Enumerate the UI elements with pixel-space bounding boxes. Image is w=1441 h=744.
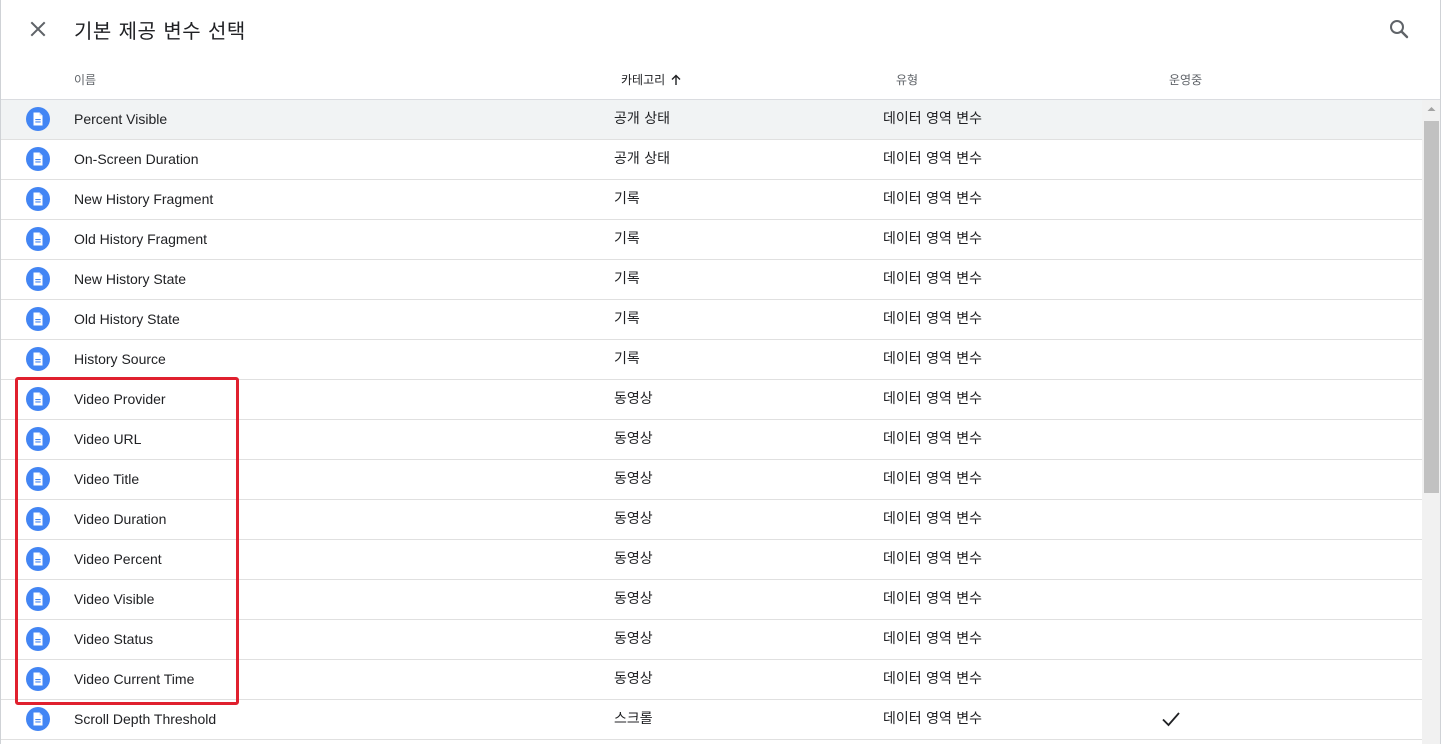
variable-name: Percent Visible bbox=[74, 111, 168, 127]
document-icon bbox=[26, 387, 50, 411]
variable-type: 데이터 영역 변수 bbox=[883, 551, 983, 567]
table-row[interactable]: Video Visible 동영상 데이터 영역 변수 bbox=[1, 580, 1422, 620]
variable-type: 데이터 영역 변수 bbox=[883, 471, 983, 487]
table-row[interactable]: New History State 기록 데이터 영역 변수 bbox=[1, 260, 1422, 300]
variable-name: Video Provider bbox=[74, 391, 166, 407]
variable-type: 데이터 영역 변수 bbox=[883, 431, 983, 447]
page-title: 기본 제공 변수 선택 bbox=[74, 19, 246, 43]
variable-table: Percent Visible 공개 상태 데이터 영역 변수 On-Screen D… bbox=[1, 100, 1422, 740]
document-icon bbox=[26, 347, 50, 371]
variable-name: New History Fragment bbox=[74, 191, 214, 207]
variable-category: 동영상 bbox=[614, 631, 653, 647]
document-icon bbox=[26, 587, 50, 611]
variable-category: 동영상 bbox=[614, 431, 653, 447]
document-icon bbox=[26, 147, 50, 171]
document-icon bbox=[26, 107, 50, 131]
variable-category: 동영상 bbox=[614, 511, 653, 527]
document-icon bbox=[26, 267, 50, 291]
dialog-header: 기본 제공 변수 선택 bbox=[1, 0, 1440, 58]
column-header-type[interactable]: 유형 bbox=[896, 71, 918, 88]
variable-type: 데이터 영역 변수 bbox=[883, 711, 983, 727]
variable-category: 동영상 bbox=[614, 671, 653, 687]
table-row[interactable]: Video Current Time 동영상 데이터 영역 변수 bbox=[1, 660, 1422, 700]
scroll-up-arrow-icon bbox=[1427, 107, 1436, 111]
variable-category: 기록 bbox=[614, 271, 640, 287]
table-row[interactable]: New History Fragment 기록 데이터 영역 변수 bbox=[1, 180, 1422, 220]
variable-name: Video Title bbox=[74, 471, 140, 487]
variable-type: 데이터 영역 변수 bbox=[883, 351, 983, 367]
variable-type: 데이터 영역 변수 bbox=[883, 671, 983, 687]
document-icon bbox=[26, 187, 50, 211]
table-row[interactable]: Video Duration 동영상 데이터 영역 변수 bbox=[1, 500, 1422, 540]
table-row[interactable]: Video URL 동영상 데이터 영역 변수 bbox=[1, 420, 1422, 460]
column-header-active[interactable]: 운영중 bbox=[1169, 71, 1202, 88]
document-icon bbox=[26, 427, 50, 451]
document-icon bbox=[26, 667, 50, 691]
table-row[interactable]: Video Percent 동영상 데이터 영역 변수 bbox=[1, 540, 1422, 580]
variable-category: 동영상 bbox=[614, 471, 653, 487]
variable-name: Video URL bbox=[74, 431, 142, 447]
variable-category: 기록 bbox=[614, 311, 640, 327]
document-icon bbox=[26, 227, 50, 251]
variable-type: 데이터 영역 변수 bbox=[883, 231, 983, 247]
checkmark-icon bbox=[1161, 710, 1181, 732]
column-header-name[interactable]: 이름 bbox=[74, 71, 96, 88]
table-row[interactable]: Old History State 기록 데이터 영역 변수 bbox=[1, 300, 1422, 340]
search-button[interactable] bbox=[1384, 14, 1414, 44]
table-row[interactable]: Video Provider 동영상 데이터 영역 변수 bbox=[1, 380, 1422, 420]
variable-category: 기록 bbox=[614, 231, 640, 247]
table-row[interactable]: History Source 기록 데이터 영역 변수 bbox=[1, 340, 1422, 380]
scrollbar-thumb[interactable] bbox=[1424, 121, 1439, 493]
variable-name: Scroll Depth Threshold bbox=[74, 711, 217, 727]
table-row[interactable]: Video Title 동영상 데이터 영역 변수 bbox=[1, 460, 1422, 500]
variable-name: Old History Fragment bbox=[74, 231, 208, 247]
variable-category: 동영상 bbox=[614, 551, 653, 567]
variable-name: New History State bbox=[74, 271, 187, 287]
variable-category: 기록 bbox=[614, 351, 640, 367]
variable-type: 데이터 영역 변수 bbox=[883, 631, 983, 647]
document-icon bbox=[26, 627, 50, 651]
variable-name: Video Percent bbox=[74, 551, 162, 567]
column-header-category-label: 카테고리 bbox=[621, 73, 666, 87]
scroll-up-button[interactable] bbox=[1422, 100, 1440, 119]
variable-name: History Source bbox=[74, 351, 166, 367]
close-button[interactable] bbox=[23, 14, 53, 44]
table-row[interactable]: On-Screen Duration 공개 상태 데이터 영역 변수 bbox=[1, 140, 1422, 180]
variable-type: 데이터 영역 변수 bbox=[883, 591, 983, 607]
variable-name: Video Visible bbox=[74, 591, 155, 607]
variable-type: 데이터 영역 변수 bbox=[883, 111, 983, 127]
table-row[interactable]: Old History Fragment 기록 데이터 영역 변수 bbox=[1, 220, 1422, 260]
table-row[interactable]: Percent Visible 공개 상태 데이터 영역 변수 bbox=[1, 100, 1422, 140]
variable-type: 데이터 영역 변수 bbox=[883, 151, 983, 167]
variable-category: 공개 상태 bbox=[614, 151, 670, 167]
variable-name: Video Current Time bbox=[74, 671, 195, 687]
document-icon bbox=[26, 467, 50, 491]
variable-type: 데이터 영역 변수 bbox=[883, 511, 983, 527]
document-icon bbox=[26, 547, 50, 571]
search-icon bbox=[1390, 20, 1409, 39]
variable-category: 동영상 bbox=[614, 591, 653, 607]
document-icon bbox=[26, 507, 50, 531]
variable-type: 데이터 영역 변수 bbox=[883, 391, 983, 407]
dialog: 기본 제공 변수 선택 이름 카테고리 유형 운영중 Percent Visib… bbox=[0, 0, 1441, 744]
variable-category: 공개 상태 bbox=[614, 111, 670, 127]
variable-category: 기록 bbox=[614, 191, 640, 207]
table-row[interactable]: Scroll Depth Threshold 스크롤 데이터 영역 변수 bbox=[1, 700, 1422, 740]
variable-type: 데이터 영역 변수 bbox=[883, 271, 983, 287]
variable-category: 동영상 bbox=[614, 391, 653, 407]
variable-name: Old History State bbox=[74, 311, 180, 327]
variable-name: Video Status bbox=[74, 631, 154, 647]
document-icon bbox=[26, 307, 50, 331]
table-row[interactable]: Video Status 동영상 데이터 영역 변수 bbox=[1, 620, 1422, 660]
variable-name: Video Duration bbox=[74, 511, 167, 527]
variable-type: 데이터 영역 변수 bbox=[883, 311, 983, 327]
column-header-category[interactable]: 카테고리 bbox=[621, 71, 682, 88]
variable-name: On-Screen Duration bbox=[74, 151, 199, 167]
arrow-up-icon bbox=[671, 74, 681, 85]
document-icon bbox=[26, 707, 50, 731]
variable-type: 데이터 영역 변수 bbox=[883, 191, 983, 207]
variable-category: 스크롤 bbox=[614, 711, 653, 727]
close-icon bbox=[30, 21, 46, 37]
